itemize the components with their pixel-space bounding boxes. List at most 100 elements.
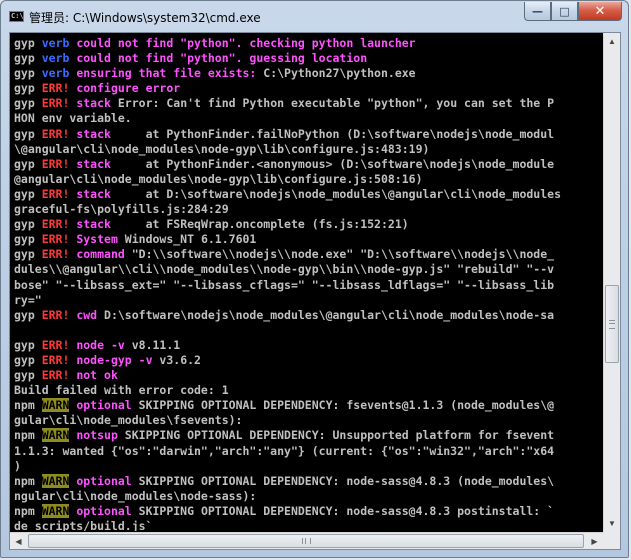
line-message: "D:\\software\\nodejs\\node.exe" "D:\\so… (124, 247, 555, 262)
console-line: gyp verb could not find "python". guessi… (14, 51, 604, 66)
scroll-right-arrow-icon[interactable]: ▶ (586, 533, 603, 549)
log-level-tag: ERR! (41, 337, 70, 352)
log-level-tag: ERR! (41, 307, 70, 322)
line-prefix: gyp (14, 368, 42, 383)
line-text: dules\\@angular\\cli\\node_modules\\node… (14, 262, 555, 277)
console-line: npm WARN notsup SKIPPING OPTIONAL DEPEND… (14, 428, 604, 443)
scroll-down-arrow-icon[interactable]: ▼ (604, 515, 620, 532)
line-keyword: stack (69, 126, 111, 141)
line-text: ) (14, 458, 21, 473)
line-message: SKIPPING OPTIONAL DEPENDENCY: node-sass@… (131, 503, 555, 518)
line-prefix: npm (14, 503, 42, 518)
vertical-scrollbar[interactable]: ▲ ▼ (603, 33, 620, 532)
console-line: gyp ERR! stack Error: Can't find Python … (14, 96, 604, 111)
minimize-button[interactable]: — (524, 2, 551, 21)
console-line: gyp verb could not find "python". checki… (14, 36, 604, 51)
vertical-scroll-thumb[interactable] (605, 285, 619, 363)
maximize-button[interactable]: □ (551, 2, 578, 21)
line-prefix: npm (14, 428, 42, 443)
log-level-tag: ERR! (41, 126, 70, 141)
console-line: \@angular\cli\node_modules\node-gyp\lib\… (14, 142, 604, 157)
line-prefix: gyp (14, 307, 42, 322)
console-line: ry=" (14, 293, 604, 308)
title-bar[interactable]: C:\ 管理员: C:\Windows\system32\cmd.exe — □… (1, 1, 628, 31)
log-level-tag: ERR! (41, 352, 70, 367)
line-keyword: stack (69, 96, 111, 111)
line-text: de scripts/build.js` (14, 519, 153, 531)
log-level-tag: ERR! (41, 247, 70, 262)
console-line: Build failed with error code: 1 (14, 383, 604, 398)
line-keyword: stack (69, 217, 111, 232)
console-line: gyp ERR! cwd D:\software\nodejs\node_mod… (14, 308, 604, 323)
console-line: 1.1.3: wanted {"os":"darwin","arch":"any… (14, 444, 604, 459)
console-line: npm WARN optional SKIPPING OPTIONAL DEPE… (14, 473, 604, 489)
console-line: gular\cli\node_modules\fsevents): (14, 413, 604, 428)
line-message: at PythonFinder.<anonymous> (D:\software… (110, 156, 555, 171)
line-message: SKIPPING OPTIONAL DEPENDENCY: Unsupporte… (117, 428, 555, 443)
line-keyword: node -v (69, 337, 125, 352)
line-keyword: could not find "python". guessing locati… (69, 51, 368, 66)
line-message: D:\software\nodejs\node_modules\@angular… (97, 307, 555, 322)
horizontal-scroll-thumb[interactable] (28, 534, 584, 548)
console-line: gyp ERR! node-gyp -v v3.6.2 (14, 353, 604, 368)
close-button[interactable]: ✕ (578, 2, 622, 21)
log-level-tag: verb (41, 51, 70, 66)
horizontal-scrollbar[interactable]: ◀ ▶ (10, 532, 603, 549)
console-line: graceful-fs\polyfills.js:284:29 (14, 202, 604, 217)
line-prefix: gyp (14, 186, 42, 201)
log-level-tag: ERR! (41, 186, 70, 201)
line-text: Build failed with error code: 1 (14, 383, 229, 398)
line-prefix: gyp (14, 126, 42, 141)
console-line: gyp ERR! configure error (14, 81, 604, 96)
console-line: bose" "--libsass_ext=" "--libsass_cflags… (14, 278, 604, 293)
line-keyword: node-gyp -v (69, 352, 153, 367)
log-level-tag: WARN (41, 473, 70, 488)
scroll-up-arrow-icon[interactable]: ▲ (604, 33, 620, 50)
console-line: gyp ERR! stack at D:\software\nodejs\nod… (14, 187, 604, 202)
console-line: de scripts/build.js` (14, 519, 604, 531)
console-line: dules\\@angular\\cli\\node_modules\\node… (14, 262, 604, 277)
line-text: ngular\cli\node_modules\node-sass): (14, 488, 257, 503)
console-line: gyp ERR! System Windows_NT 6.1.7601 (14, 232, 604, 247)
log-level-tag: ERR! (41, 232, 70, 247)
console-line: ) (14, 459, 604, 474)
log-level-tag: verb (41, 66, 70, 81)
line-text: \@angular\cli\node_modules\node-gyp\lib\… (14, 141, 430, 156)
log-level-tag: ERR! (41, 156, 70, 171)
line-keyword: ensuring that file exists: (69, 66, 257, 81)
scroll-left-arrow-icon[interactable]: ◀ (10, 533, 27, 549)
cmd-icon[interactable]: C:\ (9, 11, 24, 22)
line-prefix: npm (14, 398, 42, 413)
console-line: gyp verb ensuring that file exists: C:\P… (14, 66, 604, 81)
line-message: C:\Python27\python.exe (256, 66, 416, 81)
line-text: HON env variable. (14, 111, 132, 126)
line-message: at FSReqWrap.oncomplete (fs.js:152:21) (110, 217, 409, 232)
line-keyword: optional (69, 398, 132, 413)
console-output[interactable]: gyp verb could not find "python". checki… (11, 34, 604, 531)
console-line: @angular\cli\node_modules\node-gyp\lib\c… (14, 172, 604, 187)
log-level-tag: ERR! (41, 217, 70, 232)
console-line: ngular\cli\node_modules\node-sass): (14, 489, 604, 504)
line-keyword: could not find "python". checking python… (69, 36, 416, 50)
line-message: v3.6.2 (152, 352, 201, 367)
line-prefix: gyp (14, 96, 42, 111)
scrollbar-corner (603, 532, 620, 549)
window-controls: — □ ✕ (524, 2, 622, 22)
line-prefix: gyp (14, 81, 42, 96)
line-keyword: command (69, 247, 125, 262)
line-keyword: not ok (69, 368, 118, 383)
cmd-window: C:\ 管理员: C:\Windows\system32\cmd.exe — □… (0, 0, 629, 558)
line-text: graceful-fs\polyfills.js:284:29 (14, 202, 229, 217)
line-keyword: System (69, 232, 118, 247)
window-title: 管理员: C:\Windows\system32\cmd.exe (29, 11, 261, 25)
line-text: bose" "--libsass_ext=" "--libsass_cflags… (14, 277, 555, 292)
grip-icon (609, 319, 615, 329)
console-client-area: gyp verb could not find "python". checki… (9, 32, 621, 550)
log-level-tag: WARN (41, 428, 70, 443)
log-level-tag: ERR! (41, 368, 70, 383)
console-line: npm WARN optional SKIPPING OPTIONAL DEPE… (14, 398, 604, 413)
console-line: gyp ERR! command "D:\\software\\nodejs\\… (14, 247, 604, 262)
log-level-tag: verb (41, 36, 70, 50)
log-level-tag: ERR! (41, 96, 70, 111)
